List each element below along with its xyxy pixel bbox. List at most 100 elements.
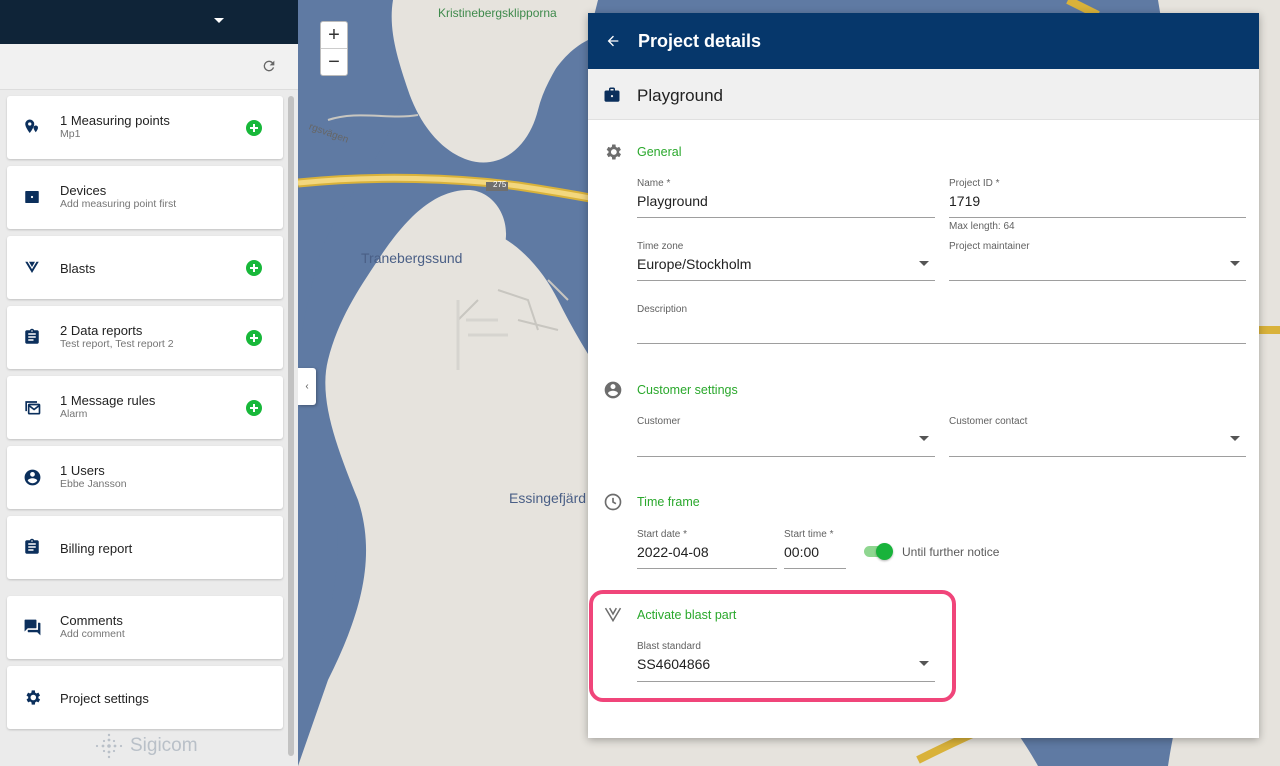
sidebar-item-measuring-points[interactable]: 1 Measuring points Mp1 bbox=[7, 96, 283, 159]
field-label: Blast standard bbox=[637, 641, 701, 652]
user-icon bbox=[22, 467, 42, 487]
zoom-control: + − bbox=[320, 21, 348, 76]
map-label-essingefjard: Essingefjärd bbox=[509, 490, 587, 506]
field-value: 2022-04-08 bbox=[637, 544, 709, 560]
map-label-tranebergssund: Tranebergssund bbox=[361, 250, 463, 266]
start-date-field[interactable]: Start date * 2022-04-08 bbox=[637, 529, 777, 569]
blast-standard-select[interactable]: Blast standard SS4604866 bbox=[637, 641, 935, 682]
sidebar: 1 Measuring points Mp1 Devices Add measu… bbox=[0, 0, 298, 766]
sidebar-item-subtitle: Alarm bbox=[60, 408, 88, 420]
name-field[interactable]: Name * Playground bbox=[637, 178, 935, 218]
field-label: Time zone bbox=[637, 241, 684, 252]
sidebar-item-comments[interactable]: Comments Add comment bbox=[7, 596, 283, 659]
sidebar-item-devices[interactable]: Devices Add measuring point first bbox=[7, 166, 283, 229]
account-circle-icon bbox=[602, 379, 624, 401]
dropdown-arrow-icon bbox=[1230, 436, 1240, 441]
project-details-dialog: Project details Playground General Name … bbox=[588, 13, 1259, 738]
field-label: Name * bbox=[637, 178, 671, 189]
add-message-rule-button[interactable] bbox=[246, 400, 262, 416]
blast-icon bbox=[602, 603, 624, 625]
gear-icon bbox=[22, 687, 42, 707]
map-road-number: 275 bbox=[493, 180, 507, 189]
add-blast-button[interactable] bbox=[246, 260, 262, 276]
device-icon bbox=[22, 187, 42, 207]
section-title-activate-blast-part: Activate blast part bbox=[637, 608, 737, 622]
sigicom-logo: Sigicom bbox=[94, 733, 198, 759]
field-value: SS4604866 bbox=[637, 656, 711, 672]
sidebar-item-project-settings[interactable]: Project settings bbox=[7, 666, 283, 729]
sidebar-item-subtitle: Add comment bbox=[60, 628, 125, 640]
add-data-report-button[interactable] bbox=[246, 330, 262, 346]
dropdown-arrow-icon bbox=[919, 436, 929, 441]
sidebar-item-data-reports[interactable]: 2 Data reports Test report, Test report … bbox=[7, 306, 283, 369]
back-arrow-icon[interactable] bbox=[605, 33, 621, 49]
section-title-general: General bbox=[637, 145, 682, 159]
sidebar-toolbar bbox=[0, 44, 298, 90]
dropdown-arrow-icon bbox=[919, 661, 929, 666]
until-further-notice-toggle[interactable] bbox=[864, 543, 893, 560]
sidebar-item-users[interactable]: 1 Users Ebbe Jansson bbox=[7, 446, 283, 509]
sidebar-item-blasts[interactable]: Blasts bbox=[7, 236, 283, 299]
zoom-out-button[interactable]: − bbox=[321, 49, 347, 76]
sidebar-item-subtitle: Add measuring point first bbox=[60, 198, 177, 210]
dialog-header: Project details bbox=[588, 13, 1259, 69]
toggle-knob bbox=[876, 543, 893, 560]
project-selector[interactable] bbox=[0, 0, 298, 44]
sigicom-logo-text: Sigicom bbox=[130, 735, 198, 756]
clock-icon bbox=[602, 491, 624, 513]
customer-select[interactable]: Customer bbox=[637, 416, 935, 457]
field-label: Project ID * bbox=[949, 178, 1000, 189]
field-value: Europe/Stockholm bbox=[637, 256, 752, 272]
field-label: Project maintainer bbox=[949, 241, 1030, 252]
field-value: 00:00 bbox=[784, 544, 820, 560]
sidebar-item-title: 2 Data reports bbox=[60, 323, 143, 338]
sidebar-collapse-button[interactable]: ‹ bbox=[298, 368, 316, 405]
map-label-kristinebergsklipporna: Kristinebergsklipporna bbox=[438, 6, 557, 20]
dropdown-arrow-icon bbox=[919, 261, 929, 266]
comment-icon bbox=[22, 617, 42, 637]
field-label: Customer contact bbox=[949, 416, 1028, 427]
briefcase-icon bbox=[604, 87, 620, 102]
customer-contact-select[interactable]: Customer contact bbox=[949, 416, 1246, 457]
field-label: Start time * bbox=[784, 529, 834, 540]
dropdown-arrow-icon bbox=[1230, 261, 1240, 266]
clipboard-icon bbox=[22, 327, 42, 347]
project-id-field[interactable]: Project ID * 1719 bbox=[949, 178, 1246, 218]
project-name: Playground bbox=[637, 86, 724, 105]
project-maintainer-select[interactable]: Project maintainer bbox=[949, 241, 1246, 281]
location-pin-icon bbox=[22, 117, 42, 137]
field-label: Start date * bbox=[637, 529, 688, 540]
message-rules-icon bbox=[22, 397, 42, 417]
section-title-time-frame: Time frame bbox=[637, 495, 700, 509]
sidebar-item-title: 1 Measuring points bbox=[60, 113, 170, 128]
gear-icon bbox=[602, 141, 624, 163]
field-label: Customer bbox=[637, 416, 681, 427]
sidebar-item-subtitle: Ebbe Jansson bbox=[60, 478, 127, 490]
description-field[interactable]: Description bbox=[637, 304, 1246, 344]
until-further-notice-label: Until further notice bbox=[902, 545, 1000, 559]
sidebar-item-message-rules[interactable]: 1 Message rules Alarm bbox=[7, 376, 283, 439]
sidebar-item-title: Project settings bbox=[60, 691, 149, 706]
blast-icon bbox=[22, 257, 42, 277]
zoom-in-button[interactable]: + bbox=[321, 22, 347, 49]
sidebar-item-title: Devices bbox=[60, 183, 107, 198]
sidebar-scrollbar[interactable] bbox=[288, 96, 294, 756]
project-name-bar: Playground bbox=[588, 69, 1259, 120]
sidebar-item-title: Comments bbox=[60, 613, 123, 628]
project-id-hint: Max length: 64 bbox=[949, 221, 1015, 232]
start-time-field[interactable]: Start time * 00:00 bbox=[784, 529, 846, 569]
field-label: Description bbox=[637, 304, 688, 315]
sidebar-item-subtitle: Mp1 bbox=[60, 128, 81, 140]
chevron-down-icon bbox=[214, 18, 224, 23]
sidebar-item-title: 1 Message rules bbox=[60, 393, 156, 408]
time-zone-select[interactable]: Time zone Europe/Stockholm bbox=[637, 241, 935, 281]
sidebar-item-subtitle: Test report, Test report 2 bbox=[60, 338, 174, 350]
sidebar-item-billing-report[interactable]: Billing report bbox=[7, 516, 283, 579]
billing-icon bbox=[22, 537, 42, 557]
refresh-icon[interactable] bbox=[261, 58, 277, 74]
sigicom-logo-mark bbox=[95, 733, 123, 759]
add-measuring-point-button[interactable] bbox=[246, 120, 262, 136]
section-title-customer-settings: Customer settings bbox=[637, 383, 738, 397]
sidebar-item-title: 1 Users bbox=[60, 463, 105, 478]
sidebar-item-title: Billing report bbox=[60, 541, 133, 556]
